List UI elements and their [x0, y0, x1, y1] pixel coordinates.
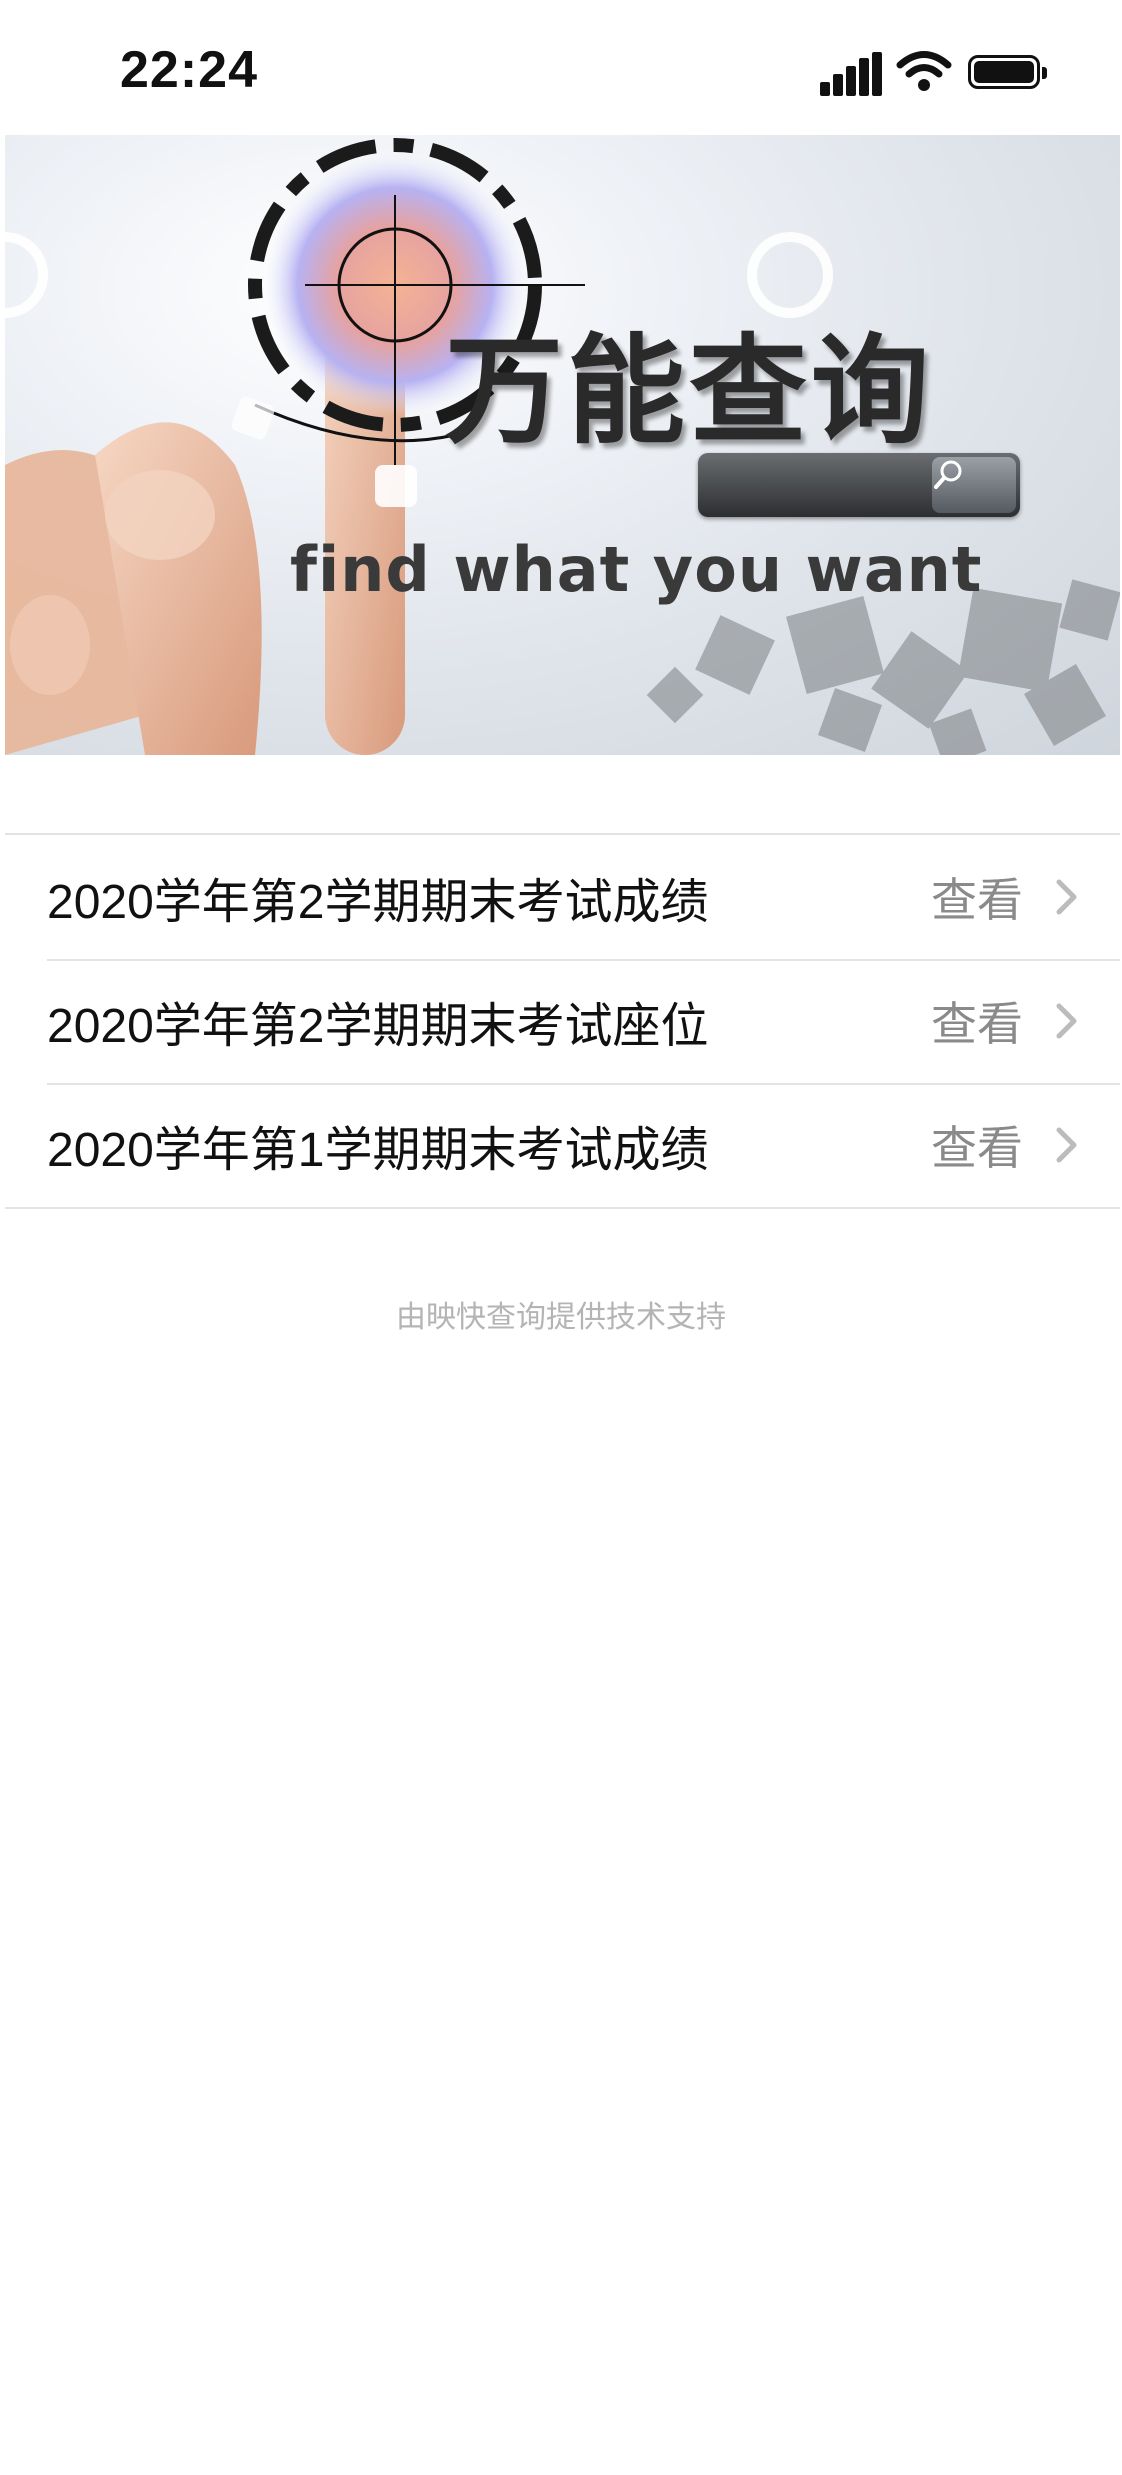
view-button[interactable]: 查看 — [931, 864, 1023, 930]
status-bar: 22:24 — [0, 0, 1122, 135]
chevron-right-icon — [1056, 1127, 1077, 1163]
footer-credit: 由映快查询提供技术支持 — [396, 1301, 726, 1334]
battery-icon — [968, 55, 1047, 89]
list-item-title: 2020学年第2学期期末考试座位 — [47, 1000, 709, 1053]
query-list: 2020学年第2学期期末考试成绩 查看 2020学年第2学期期末考试座位 查看 … — [5, 833, 1120, 1209]
list-item-title: 2020学年第2学期期末考试成绩 — [47, 876, 709, 929]
wifi-icon — [896, 51, 952, 91]
chevron-right-icon — [1056, 1003, 1077, 1039]
view-button[interactable]: 查看 — [931, 988, 1023, 1054]
list-item-title: 2020学年第1学期期末考试成绩 — [47, 1124, 709, 1177]
list-item[interactable]: 2020学年第1学期期末考试成绩 查看 — [5, 1083, 1120, 1207]
signal-icon — [820, 52, 882, 96]
list-item[interactable]: 2020学年第2学期期末考试成绩 查看 — [5, 835, 1120, 959]
status-time: 22:24 — [120, 41, 258, 99]
list-item[interactable]: 2020学年第2学期期末考试座位 查看 — [5, 959, 1120, 1083]
banner-title: 万能查询 — [445, 322, 934, 460]
search-icon — [932, 457, 1016, 513]
banner-search-graphic — [698, 453, 1020, 517]
banner-image: 万能查询 find what you want — [5, 135, 1120, 755]
chevron-right-icon — [1056, 879, 1077, 915]
view-button[interactable]: 查看 — [931, 1112, 1023, 1178]
banner-slogan: find what you want — [290, 533, 983, 606]
